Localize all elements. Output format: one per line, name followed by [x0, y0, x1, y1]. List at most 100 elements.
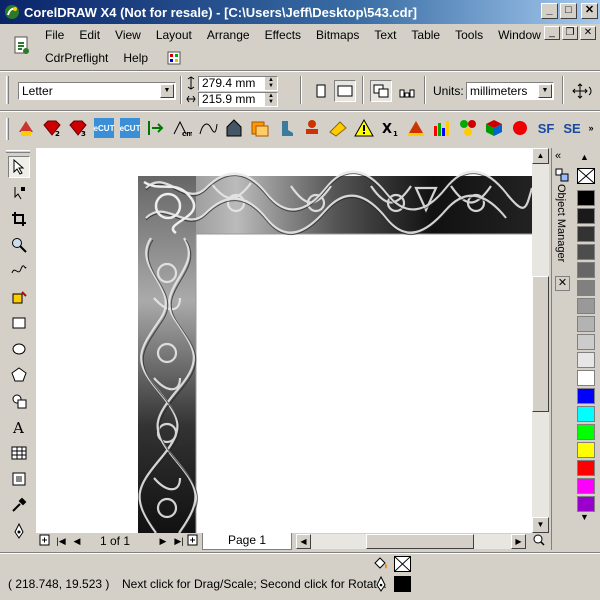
color-swatch[interactable]	[577, 208, 595, 224]
menu-view[interactable]: View	[112, 28, 144, 43]
doc-restore-button[interactable]: ❐	[562, 26, 578, 40]
menu-layout[interactable]: Layout	[153, 28, 195, 43]
color-swatch[interactable]	[577, 406, 595, 422]
palette-scroll-up-icon[interactable]: ▲	[580, 152, 589, 162]
plugin-se-icon[interactable]: SE	[562, 118, 582, 138]
insert-page-after-icon[interactable]	[186, 534, 200, 548]
plugin-curve-icon[interactable]	[198, 118, 218, 138]
spin-arrows-icon[interactable]: ▲ ▼	[265, 93, 277, 106]
plugin-sf-icon[interactable]: SF	[536, 118, 556, 138]
chevron-right-icon[interactable]: »	[584, 118, 598, 138]
page-width-input[interactable]: 279.4 mm ▲ ▼	[198, 76, 278, 91]
menu-cdrpreflight[interactable]: CdrPreflight	[42, 51, 111, 69]
next-page-button[interactable]: ▶	[156, 534, 170, 548]
ecut-2-icon[interactable]: eCUT	[120, 118, 140, 138]
palette-scroll-down-icon[interactable]: ▼	[580, 512, 589, 522]
color-swatch[interactable]	[577, 352, 595, 368]
basic-shapes-tool-icon[interactable]	[8, 390, 30, 412]
table-tool-icon[interactable]	[8, 442, 30, 464]
gem-3-icon[interactable]: 3	[68, 118, 88, 138]
color-swatch[interactable]	[577, 334, 595, 350]
landscape-button[interactable]	[334, 80, 356, 102]
paper-size-select[interactable]: Letter ▼	[18, 82, 176, 100]
menu-file[interactable]: File	[42, 28, 67, 43]
menu-window[interactable]: Window	[495, 28, 544, 43]
color-swatch[interactable]	[577, 190, 595, 206]
plugin-circles-icon[interactable]	[458, 118, 478, 138]
plugin-triangle-icon[interactable]	[406, 118, 426, 138]
horizontal-scroll-thumb[interactable]	[366, 534, 474, 549]
celtic-border-artwork[interactable]	[36, 148, 532, 533]
rectangle-tool-icon[interactable]	[8, 312, 30, 334]
document-icon[interactable]	[13, 36, 31, 56]
menu-bitmaps[interactable]: Bitmaps	[313, 28, 362, 43]
color-swatch[interactable]	[577, 226, 595, 242]
outline-color-swatch[interactable]	[394, 576, 411, 592]
no-color-swatch[interactable]	[577, 168, 595, 184]
menu-table[interactable]: Table	[408, 28, 443, 43]
horizontal-scrollbar[interactable]: ◀ ▶	[296, 534, 526, 549]
color-swatch[interactable]	[577, 424, 595, 440]
color-swatch[interactable]	[577, 388, 595, 404]
object-manager-icon[interactable]	[555, 168, 569, 182]
previous-page-button[interactable]: ◀	[70, 534, 84, 548]
smart-fill-tool-icon[interactable]	[8, 286, 30, 308]
plugin-red-dot-icon[interactable]	[510, 118, 530, 138]
menu-text[interactable]: Text	[371, 28, 399, 43]
crop-tool-icon[interactable]	[8, 208, 30, 230]
menu-edit[interactable]: Edit	[76, 28, 103, 43]
menu-help[interactable]: Help	[120, 51, 151, 69]
scroll-down-button[interactable]: ▼	[532, 517, 549, 533]
interactive-blend-tool-icon[interactable]	[8, 468, 30, 490]
docker-tab-object-manager[interactable]: Object Manager	[555, 184, 567, 262]
doc-minimize-button[interactable]: _	[544, 26, 560, 40]
polygon-tool-icon[interactable]	[8, 364, 30, 386]
color-swatch[interactable]	[577, 370, 595, 386]
color-swatch[interactable]	[577, 316, 595, 332]
toolbar-grip[interactable]	[6, 150, 30, 153]
scroll-left-button[interactable]: ◀	[296, 534, 311, 549]
freehand-tool-icon[interactable]	[8, 260, 30, 282]
all-pages-button[interactable]	[370, 80, 392, 102]
gem-2-icon[interactable]: 2	[42, 118, 62, 138]
menu-tools[interactable]: Tools	[452, 28, 486, 43]
eyedropper-tool-icon[interactable]	[8, 494, 30, 516]
menu-arrange[interactable]: Arrange	[204, 28, 253, 43]
portrait-button[interactable]	[310, 80, 332, 102]
fill-color-swatch[interactable]	[394, 556, 411, 572]
chevron-down-icon[interactable]: ▼	[160, 84, 174, 98]
warning-icon[interactable]	[354, 118, 374, 138]
doc-close-button[interactable]: ✕	[580, 26, 596, 40]
menu-effects[interactable]: Effects	[262, 28, 304, 43]
nudge-distance-icon[interactable]	[570, 80, 596, 102]
plugin-stamp-icon[interactable]	[302, 118, 322, 138]
toolbar-grip[interactable]	[6, 76, 9, 104]
scroll-right-button[interactable]: ▶	[511, 534, 526, 549]
color-swatch[interactable]	[577, 262, 595, 278]
insert-page-before-icon[interactable]	[38, 534, 52, 548]
ellipse-tool-icon[interactable]	[8, 338, 30, 360]
plugin-1-icon[interactable]	[16, 118, 36, 138]
color-swatch[interactable]	[577, 460, 595, 476]
docker-collapse-icon[interactable]: «	[555, 150, 561, 162]
maximize-button[interactable]: □	[560, 3, 577, 19]
plugin-layers-icon[interactable]	[250, 118, 270, 138]
chevron-down-icon[interactable]: ▼	[538, 84, 552, 98]
color-swatch[interactable]	[577, 496, 595, 512]
first-page-button[interactable]: |◀	[54, 534, 68, 548]
color-swatch[interactable]	[577, 478, 595, 494]
shape-tool-icon[interactable]	[8, 182, 30, 204]
plugin-cube-icon[interactable]	[484, 118, 504, 138]
plugin-cm-icon[interactable]: cm	[172, 118, 192, 138]
minimize-button[interactable]: _	[541, 3, 558, 19]
pick-tool-icon[interactable]	[8, 156, 30, 178]
toolbar-grip[interactable]	[6, 118, 9, 140]
vertical-scrollbar[interactable]: ▲ ▼	[532, 148, 549, 533]
vertical-scroll-thumb[interactable]	[532, 276, 549, 412]
color-swatch[interactable]	[577, 442, 595, 458]
spin-arrows-icon[interactable]: ▲ ▼	[265, 77, 277, 90]
plugin-home-icon[interactable]	[224, 118, 244, 138]
docker-close-button[interactable]: ✕	[555, 276, 570, 291]
text-tool-icon[interactable]: A	[8, 416, 30, 438]
zoom-navigator-icon[interactable]	[532, 534, 546, 548]
